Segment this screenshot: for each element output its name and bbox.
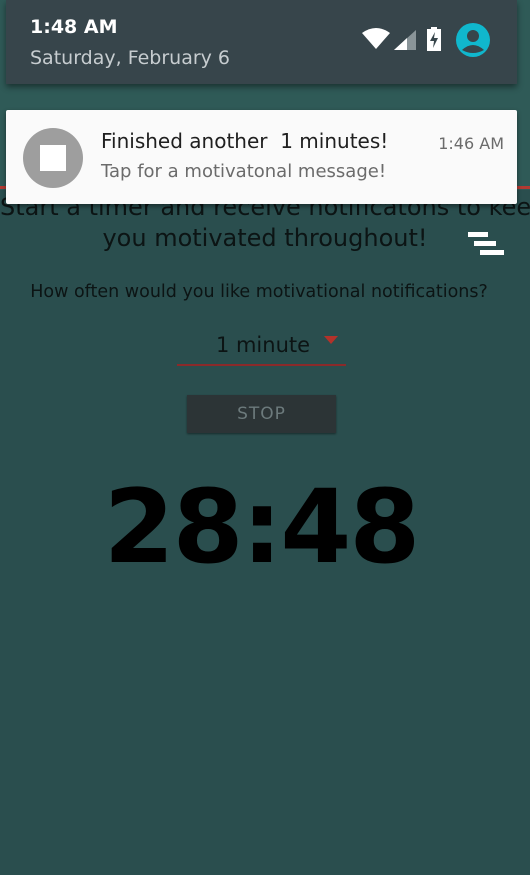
status-time: 1:48 AM [30, 16, 118, 38]
timer-display: 28:48 [103, 468, 421, 587]
notification-card[interactable]: Finished another 1 minutes! 1:46 AM Tap … [6, 110, 517, 204]
notification-shade-header: 1:48 AM Saturday, February 6 [6, 0, 517, 84]
frequency-question: How often would you like motivational no… [30, 282, 488, 302]
hamburger-icon[interactable] [466, 232, 506, 262]
notification-text: Tap for a motivatonal message! [101, 161, 387, 182]
intro-line-2: you motivated throughout! [102, 224, 428, 252]
notification-time: 1:46 AM [438, 134, 504, 153]
signal-icon [394, 30, 416, 54]
interval-dropdown[interactable]: 1 minute [177, 328, 346, 366]
account-icon[interactable] [456, 23, 490, 57]
battery-charging-icon [426, 27, 442, 55]
dropdown-caret-icon [324, 336, 338, 344]
stop-square [40, 145, 66, 171]
wifi-icon [362, 28, 390, 54]
stop-icon [23, 128, 83, 188]
status-date[interactable]: Saturday, February 6 [30, 47, 230, 69]
notification-title: Finished another 1 minutes! [101, 129, 389, 153]
stop-button[interactable]: STOP [187, 395, 336, 433]
